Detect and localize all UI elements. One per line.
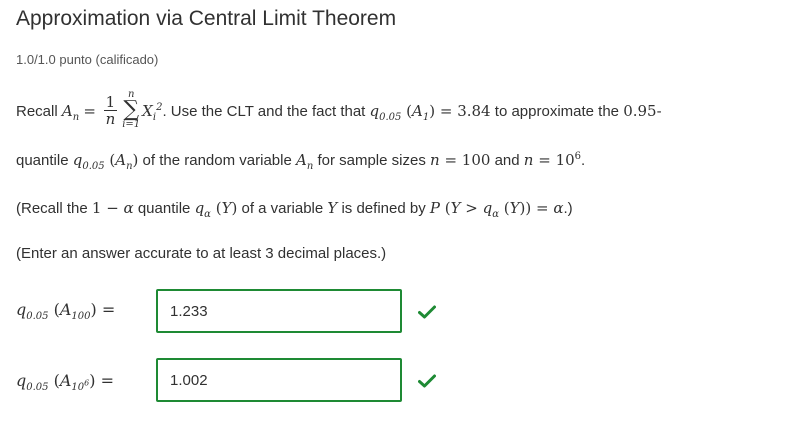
recall-word: Recall [16, 102, 58, 120]
answer-label-n10e6: q0.05 (A106) = [16, 371, 114, 394]
fraction-1-over-n: 1n [103, 92, 118, 128]
sum-symbol: n ∑ i=1 [122, 89, 141, 130]
check-icon [418, 374, 436, 388]
recall-note: (Recall the 1 − α quantile qα (Y) of a v… [16, 199, 573, 220]
instruction-text: (Enter an answer accurate to at least 3 … [16, 245, 387, 262]
page-title: Approximation via Central Limit Theorem [16, 7, 397, 30]
problem-line-2: quantile q0.05 (An) of the random variab… [16, 151, 586, 172]
score-text: 1.0/1.0 punto (calificado) [16, 52, 159, 67]
check-icon [418, 305, 436, 319]
answer-label-n100: q0.05 (A100) = [16, 300, 116, 323]
answer-input-n100[interactable] [156, 289, 402, 333]
answer-input-n10e6[interactable] [156, 358, 402, 402]
problem-line-1: Recall An = 1 n n ∑ i=1 Xi2. Use the CLT and … [16, 89, 662, 130]
